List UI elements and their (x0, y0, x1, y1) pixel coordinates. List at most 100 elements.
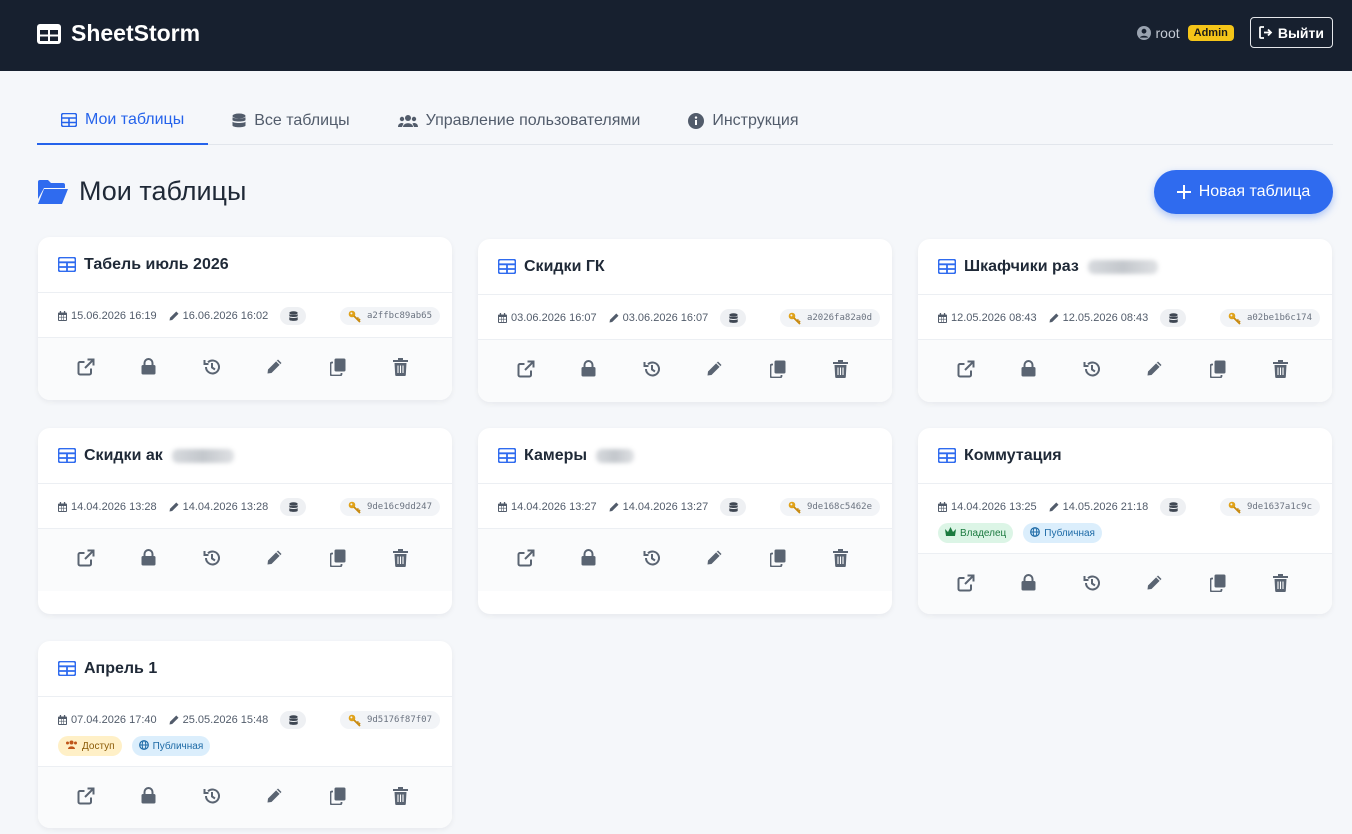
card-header: Шкафчики раз (918, 239, 1332, 295)
username: root (1155, 24, 1180, 41)
brand[interactable]: SheetStorm (37, 20, 200, 47)
lock-button[interactable] (117, 540, 180, 580)
open-button[interactable] (54, 540, 117, 580)
lock-button[interactable] (117, 349, 180, 389)
history-button[interactable] (180, 540, 243, 580)
copy-button[interactable] (746, 540, 809, 580)
edit-button[interactable] (683, 351, 746, 391)
copy-button[interactable] (746, 351, 809, 391)
redacted-text (1087, 259, 1158, 274)
open-button[interactable] (494, 540, 557, 580)
card-title[interactable]: Скидки ГК (524, 258, 605, 276)
open-button[interactable] (54, 778, 117, 818)
pencil-icon (609, 313, 619, 323)
card-title[interactable]: Коммутация (964, 447, 1062, 465)
trash-icon (833, 359, 848, 383)
trash-button[interactable] (809, 540, 872, 580)
modified-date: 14.04.2026 13:28 (169, 501, 268, 513)
history-button[interactable] (180, 778, 243, 818)
modified-value: 25.05.2026 15:48 (182, 714, 269, 726)
key-icon (348, 310, 361, 323)
calendar-icon (498, 313, 507, 323)
table-card[interactable]: Табель июль 2026 15.06.2026 16:19 16.06.20… (38, 237, 452, 400)
trash-button[interactable] (1249, 565, 1312, 605)
tab-all-tables[interactable]: Все таблицы (208, 96, 373, 145)
edit-button[interactable] (243, 778, 306, 818)
trash-button[interactable] (369, 778, 432, 818)
trash-button[interactable] (809, 351, 872, 391)
copy-icon (769, 360, 786, 383)
table-card[interactable]: Коммутация 14.04.2026 13:25 14.05.2026 21:… (918, 428, 1332, 614)
card-title[interactable]: Камеры (524, 447, 587, 465)
card-actions (478, 529, 892, 591)
tab-label: Все таблицы (254, 111, 350, 129)
lock-button[interactable] (997, 565, 1060, 605)
card-title[interactable]: Табель июль 2026 (84, 256, 229, 274)
trash-button[interactable] (1249, 351, 1312, 391)
public-badge: Публичная (131, 736, 211, 756)
table-card[interactable]: Камеры 14.04.2026 13:27 14.04.2026 13:27 9d… (478, 428, 892, 614)
trash-button[interactable] (369, 349, 432, 389)
open-button[interactable] (494, 351, 557, 391)
edit-icon (1146, 574, 1163, 596)
database-icon (729, 501, 738, 512)
table-key: 9d5176f87f07 (339, 711, 440, 729)
open-button[interactable] (54, 349, 117, 389)
copy-button[interactable] (1186, 565, 1249, 605)
new-table-button[interactable]: Новая таблица (1154, 170, 1333, 214)
tab-my-tables[interactable]: Мои таблицы (37, 96, 209, 145)
history-button[interactable] (180, 349, 243, 389)
database-chip (720, 309, 747, 327)
lock-icon (141, 358, 156, 380)
card-meta: 14.04.2026 13:25 14.05.2026 21:18 9de1637a… (918, 484, 1332, 554)
lock-button[interactable] (557, 351, 620, 391)
logout-button[interactable]: Выйти (1249, 17, 1333, 48)
tab-user-management[interactable]: Управление пользователями (374, 96, 665, 145)
edit-button[interactable] (1123, 351, 1186, 391)
edit-button[interactable] (243, 349, 306, 389)
open-button[interactable] (934, 565, 997, 605)
access-badge: Доступ (58, 736, 122, 756)
calendar-icon (498, 502, 507, 512)
copy-button[interactable] (306, 778, 369, 818)
card-title[interactable]: Скидки ак (84, 447, 163, 465)
table-card[interactable]: Шкафчики раз 12.05.2026 08:43 12.05.2026 0… (918, 239, 1332, 402)
database-chip (1160, 498, 1187, 516)
edit-button[interactable] (683, 540, 746, 580)
edit-button[interactable] (1123, 565, 1186, 605)
edit-button[interactable] (243, 540, 306, 580)
calendar-icon (938, 313, 947, 323)
card-title[interactable]: Шкафчики раз (964, 258, 1079, 276)
table-card[interactable]: Скидки ак 14.04.2026 13:28 14.04.2026 13:2… (38, 428, 452, 614)
history-button[interactable] (1060, 351, 1123, 391)
copy-button[interactable] (306, 349, 369, 389)
copy-button[interactable] (1186, 351, 1249, 391)
copy-button[interactable] (306, 540, 369, 580)
history-button[interactable] (620, 540, 683, 580)
modified-value: 12.05.2026 08:43 (1062, 312, 1149, 324)
created-value: 15.06.2026 16:19 (71, 310, 157, 322)
history-button[interactable] (1060, 565, 1123, 605)
card-title[interactable]: Апрель 1 (84, 660, 157, 678)
created-date: 07.04.2026 17:40 (58, 714, 157, 726)
tab-label: Инструкция (712, 111, 799, 129)
pencil-icon (169, 715, 179, 725)
tab-instructions[interactable]: Инструкция (664, 96, 822, 145)
modified-date: 16.06.2026 16:02 (169, 310, 268, 322)
users-icon (397, 114, 418, 127)
lock-button[interactable] (557, 540, 620, 580)
table-card[interactable]: Апрель 1 07.04.2026 17:40 25.05.2026 15:48… (38, 641, 452, 828)
table-card[interactable]: Скидки ГК 03.06.2026 16:07 03.06.2026 16:0… (478, 239, 892, 402)
pencil-icon (609, 502, 619, 512)
table-key: a02be1b6c174 (1219, 309, 1320, 327)
history-button[interactable] (620, 351, 683, 391)
key-value: 9d5176f87f07 (366, 715, 432, 725)
trash-button[interactable] (369, 540, 432, 580)
info-icon (688, 112, 705, 129)
open-button[interactable] (934, 351, 997, 391)
edit-icon (706, 549, 723, 571)
lock-button[interactable] (997, 351, 1060, 391)
lock-button[interactable] (117, 778, 180, 818)
card-actions (918, 340, 1332, 402)
users-icon (65, 740, 78, 752)
